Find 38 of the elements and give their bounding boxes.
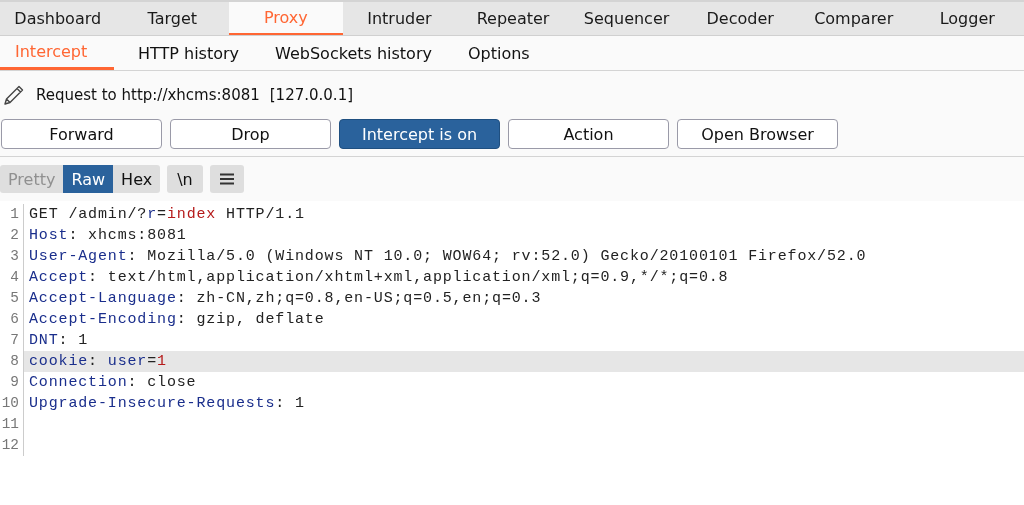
- main-tab[interactable]: Sequencer: [569, 2, 684, 35]
- main-tab[interactable]: Intruder: [342, 2, 457, 35]
- line-number: 8: [0, 351, 24, 372]
- main-tab[interactable]: Repeater: [456, 2, 570, 35]
- line-number: 11: [0, 414, 24, 435]
- action-button[interactable]: Intercept is on: [339, 119, 500, 149]
- sub-tab[interactable]: Options: [455, 36, 542, 70]
- main-tab[interactable]: Dashboard: [0, 2, 116, 35]
- sub-tab[interactable]: HTTP history: [126, 36, 252, 70]
- code-line: GET /admin/?r=index HTTP/1.1: [28, 206, 305, 223]
- request-address: [127.0.0.1]: [269, 86, 354, 104]
- code-line: Accept: text/html,application/xhtml+xml,application/xml;q=0.9,*/*;q=0.8: [28, 269, 729, 286]
- code-line: Upgrade-Insecure-Requests: 1: [28, 395, 305, 412]
- code-line: Accept-Language: zh-CN,zh;q=0.8,en-US;q=0.5,en;q=0.3: [28, 290, 542, 307]
- action-button[interactable]: Forward: [1, 119, 162, 149]
- code-line: Host: xhcms:8081: [28, 227, 187, 244]
- main-tab[interactable]: Target: [115, 2, 230, 35]
- action-button[interactable]: Action: [508, 119, 669, 149]
- menu-icon: [219, 173, 234, 185]
- menu-button[interactable]: [209, 165, 244, 193]
- main-tab[interactable]: Comparer: [796, 2, 911, 35]
- action-button[interactable]: Open Browser: [677, 119, 838, 149]
- code-line: Accept-Encoding: gzip, deflate: [28, 311, 325, 328]
- code-line: cookie: user=1: [28, 353, 167, 370]
- sub-tab[interactable]: WebSockets history: [263, 36, 444, 70]
- view-tab[interactable]: Raw: [63, 165, 114, 193]
- pencil-icon: [2, 83, 26, 107]
- main-tab[interactable]: Logger: [910, 2, 1024, 35]
- action-button[interactable]: Drop: [170, 119, 331, 149]
- request-title: Request to http://xhcms:8081: [36, 86, 260, 104]
- code-line: User-Agent: Mozilla/5.0 (Windows NT 10.0; WOW64; rv:52.0) Gecko/20100101 Firefox/52.0: [28, 248, 867, 265]
- code-line: DNT: 1: [28, 332, 89, 349]
- view-tab[interactable]: Hex: [113, 165, 161, 193]
- code-line: Connection: close: [28, 374, 197, 391]
- newline-toggle-button[interactable]: \n: [167, 165, 203, 193]
- main-tab[interactable]: Decoder: [683, 2, 797, 35]
- line-number: 10: [0, 393, 24, 414]
- line-number: 12: [0, 435, 24, 456]
